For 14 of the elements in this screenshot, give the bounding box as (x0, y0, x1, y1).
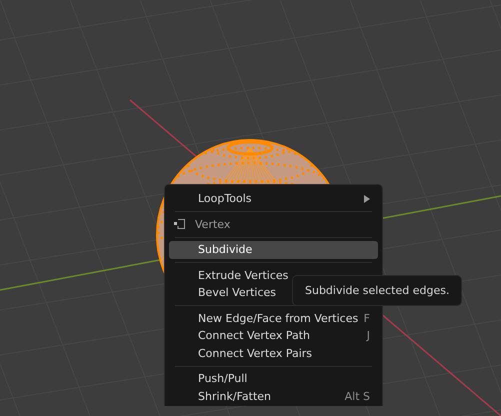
tooltip: Subdivide selected edges. (292, 275, 462, 306)
menu-item[interactable]: Subdivide (169, 241, 378, 258)
shortcut-label: F (364, 312, 370, 325)
menu-header: Vertex (195, 218, 230, 231)
shortcut-label: Alt S (344, 390, 370, 403)
shortcut-label: J (366, 329, 370, 342)
menu-item[interactable]: Connect Vertex Path J (169, 327, 378, 344)
submenu-arrow-icon (364, 194, 370, 203)
vertex-select-icon (173, 218, 187, 230)
menu-item[interactable]: Push/Pull (169, 370, 378, 388)
menu-item[interactable]: Connect Vertex Pairs (169, 344, 378, 362)
menu-item[interactable]: New Edge/Face from Vertices F (169, 310, 378, 327)
menu-item[interactable]: Shrink/Fatten Alt S (169, 388, 378, 405)
menu-item[interactable]: LoopTools (169, 190, 378, 208)
